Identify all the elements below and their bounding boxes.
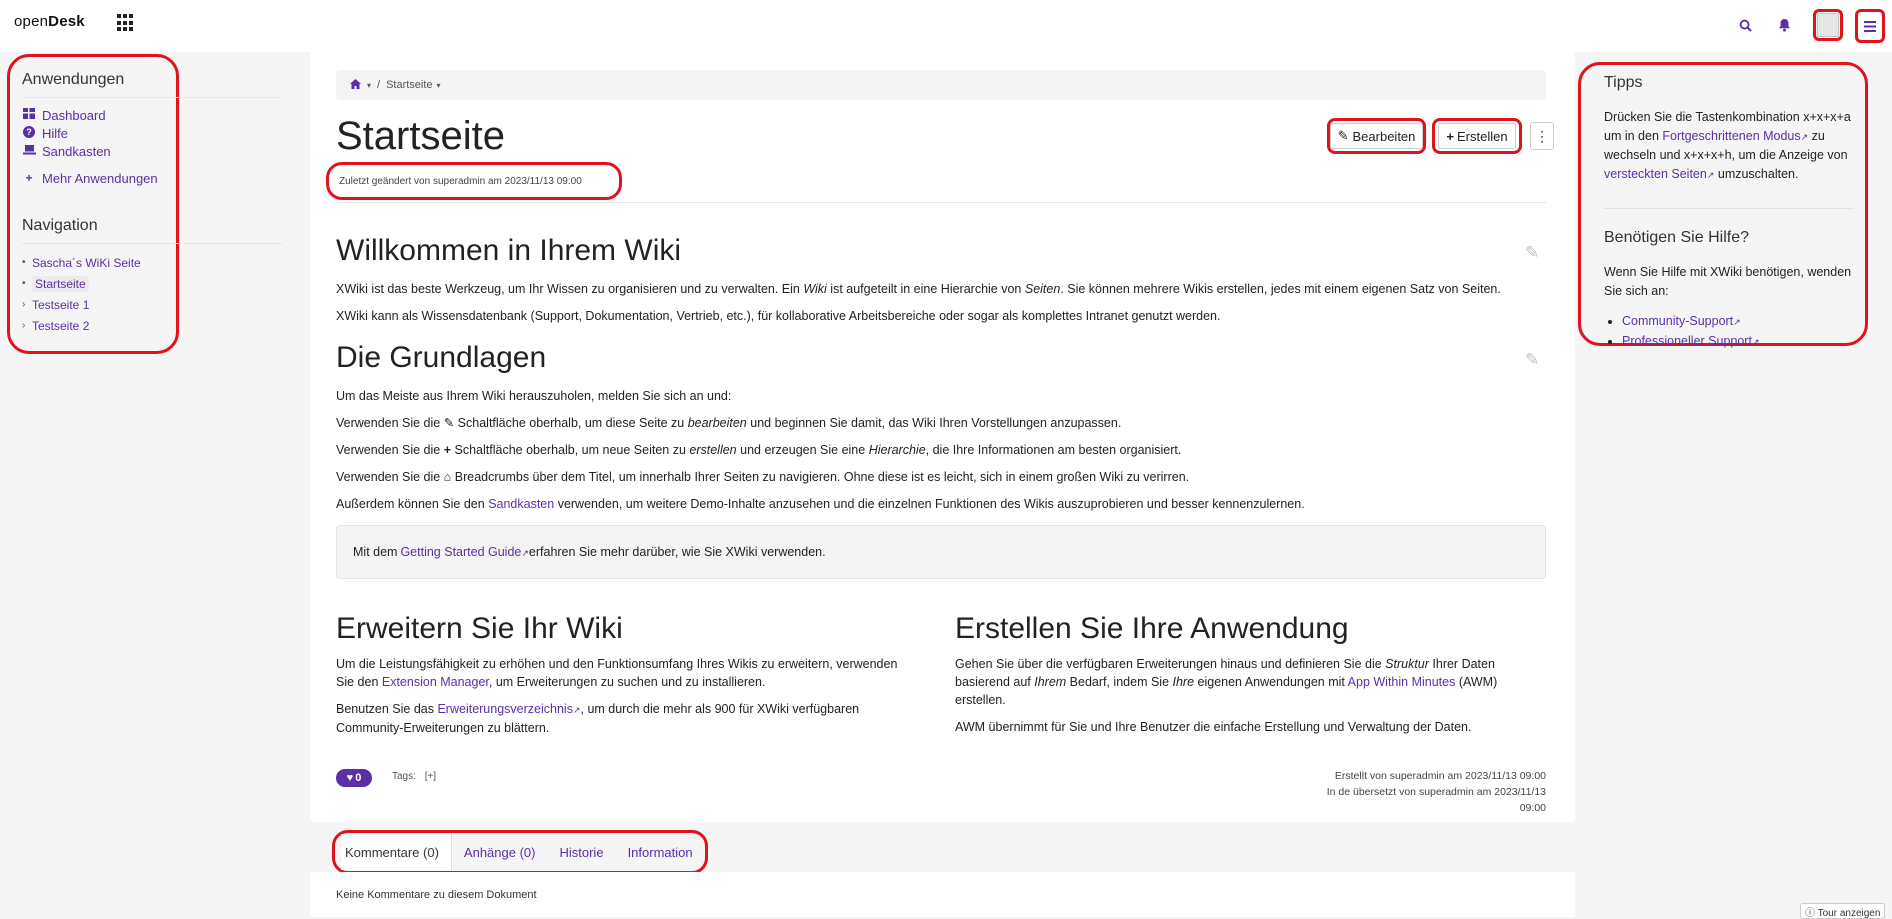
heart-icon: ♥ bbox=[346, 772, 354, 784]
search-icon[interactable] bbox=[1732, 12, 1758, 38]
more-apps-link[interactable]: + Mehr Anwendungen bbox=[22, 169, 176, 187]
breadcrumb-current[interactable]: Startseite bbox=[386, 79, 432, 91]
tab-historie[interactable]: Historie bbox=[547, 834, 615, 870]
question-circle-icon: ? bbox=[22, 125, 36, 141]
app-dashboard[interactable]: Dashboard bbox=[22, 106, 176, 124]
more-actions-button[interactable]: ⋮ bbox=[1530, 122, 1554, 150]
dashboard-icon bbox=[22, 108, 36, 122]
no-comments-text: Keine Kommentare zu diesem Dokument bbox=[336, 889, 537, 901]
extend-paragraph-1: Um die Leistungsfähigkeit zu erhöhen und… bbox=[336, 657, 898, 689]
opendesk-logo[interactable]: openDesk bbox=[14, 13, 85, 30]
home-icon[interactable] bbox=[350, 78, 361, 92]
app-hilfe[interactable]: ? Hilfe bbox=[22, 124, 176, 142]
app-paragraph-2: AWM übernimmt für Sie und Ihre Benutzer … bbox=[955, 720, 1472, 734]
info-icon: ⓘ bbox=[1805, 908, 1815, 919]
external-link-icon: ↗ bbox=[1751, 336, 1760, 347]
divider bbox=[336, 202, 1546, 203]
intro-paragraph: XWiki ist das beste Werkzeug, um Ihr Wis… bbox=[336, 282, 1501, 296]
plus-icon: + bbox=[25, 171, 33, 185]
main-content: ▾ / Startseite ▾ Startseite ✎ Bearbeiten… bbox=[310, 52, 1575, 822]
right-panel: Tipps Drücken Sie die Tastenkombination … bbox=[1578, 62, 1868, 348]
list-item: Community-Support↗ bbox=[1622, 312, 1855, 332]
navigation-panel-title: Navigation bbox=[22, 217, 282, 244]
tips-title: Tipps bbox=[1604, 74, 1643, 91]
edit-button[interactable]: ✎ Bearbeiten bbox=[1329, 123, 1424, 149]
basics-breadcrumb-paragraph: Verwenden Sie die ⌂ Breadcrumbs über dem… bbox=[336, 470, 1190, 484]
chevron-down-icon[interactable]: ▾ bbox=[437, 81, 441, 90]
left-panel: Anwendungen Dashboard ? Hilfe Sandkasten… bbox=[7, 54, 282, 354]
like-button[interactable]: ♥ 0 bbox=[336, 769, 372, 787]
getting-started-info-box: Mit dem Getting Started Guide↗ erfahren … bbox=[336, 525, 1546, 579]
breadcrumb: ▾ / Startseite ▾ bbox=[336, 70, 1546, 100]
hamburger-menu-icon[interactable] bbox=[1855, 9, 1885, 43]
comments-area: Keine Kommentare zu diesem Dokument bbox=[310, 872, 1575, 917]
plus-icon: + bbox=[443, 443, 452, 457]
tab-information[interactable]: Information bbox=[616, 834, 705, 870]
tab-anhaenge[interactable]: Anhänge (0) bbox=[452, 834, 548, 870]
getting-started-guide-link[interactable]: Getting Started Guide↗ bbox=[400, 545, 528, 559]
app-within-minutes-link[interactable]: App Within Minutes bbox=[1348, 675, 1456, 689]
svg-text:?: ? bbox=[26, 127, 32, 137]
document-creation-info: Erstellt von superadmin am 2023/11/13 09… bbox=[1326, 770, 1546, 814]
knowledge-base-paragraph: XWiki kann als Wissensdatenbank (Support… bbox=[336, 309, 1221, 323]
more-vertical-icon: ⋮ bbox=[1535, 127, 1549, 144]
help-links-list: Community-Support↗ Professioneller Suppo… bbox=[1604, 312, 1855, 351]
advanced-mode-link[interactable]: Fortgeschrittenen Modus↗ bbox=[1662, 129, 1808, 143]
tab-kommentare[interactable]: Kommentare (0) bbox=[341, 834, 452, 870]
nav-item-saschas-wiki[interactable]: • Sascha´s WiKi Seite bbox=[22, 252, 176, 273]
external-link-icon: ↗ bbox=[521, 548, 529, 558]
last-modified-info: Zuletzt geändert von superadmin am 2023/… bbox=[326, 162, 622, 200]
edit-button-wrapper: ✎ Bearbeiten bbox=[1327, 118, 1426, 154]
breadcrumb-dropdown-icon[interactable]: ▾ bbox=[367, 81, 371, 90]
external-link-icon: ↗ bbox=[572, 705, 581, 715]
section-edit-pencil-icon[interactable]: ✎ bbox=[1525, 350, 1539, 370]
create-button-wrapper: + Erstellen bbox=[1432, 118, 1522, 154]
professional-support-link[interactable]: Professioneller Support↗ bbox=[1622, 334, 1759, 348]
basics-edit-paragraph: Verwenden Sie die ✎ Schaltfläche oberhal… bbox=[336, 416, 1122, 430]
hidden-pages-link[interactable]: versteckten Seiten↗ bbox=[1604, 167, 1714, 181]
extension-repository-link[interactable]: Erweiterungsverzeichnis↗ bbox=[437, 702, 580, 716]
avatar bbox=[1817, 13, 1839, 37]
nav-item-startseite[interactable]: • Startseite bbox=[22, 273, 176, 294]
pencil-icon: ✎ bbox=[443, 416, 455, 430]
heading-willkommen: Willkommen in Ihrem Wiki bbox=[336, 234, 682, 267]
page-title: Startseite bbox=[336, 114, 505, 158]
tags: Tags: [+] bbox=[392, 771, 437, 782]
list-item: Professioneller Support↗ bbox=[1622, 332, 1855, 352]
section-edit-pencil-icon[interactable]: ✎ bbox=[1525, 243, 1539, 263]
app-paragraph-1: Gehen Sie über die verfügbaren Erweiteru… bbox=[955, 657, 1498, 707]
divider bbox=[1604, 208, 1854, 209]
basics-sandbox-paragraph: Außerdem können Sie den Sandkasten verwe… bbox=[336, 497, 1305, 511]
sandkasten-link[interactable]: Sandkasten bbox=[488, 497, 554, 511]
user-avatar-button[interactable] bbox=[1813, 9, 1843, 41]
app-sandkasten[interactable]: Sandkasten bbox=[22, 142, 176, 160]
laptop-icon bbox=[22, 144, 36, 158]
basics-create-paragraph: Verwenden Sie die + Schaltfläche oberhal… bbox=[336, 443, 1182, 457]
chevron-right-icon[interactable]: › bbox=[22, 299, 32, 310]
basics-intro: Um das Meiste aus Ihrem Wiki herauszuhol… bbox=[336, 389, 732, 403]
chevron-right-icon[interactable]: › bbox=[22, 320, 32, 331]
extend-paragraph-2: Benutzen Sie das Erweiterungsverzeichnis… bbox=[336, 702, 860, 735]
add-tag-button[interactable]: [+] bbox=[425, 771, 436, 782]
heading-grundlagen: Die Grundlagen bbox=[336, 341, 547, 374]
external-link-icon: ↗ bbox=[1733, 317, 1741, 327]
tips-text: Drücken Sie die Tastenkombination x+x+x+… bbox=[1604, 110, 1851, 181]
heading-erweitern: Erweitern Sie Ihr Wiki bbox=[336, 612, 623, 645]
community-support-link[interactable]: Community-Support↗ bbox=[1622, 314, 1741, 328]
pencil-icon: ✎ bbox=[1337, 128, 1349, 143]
top-bar: openDesk bbox=[0, 0, 1892, 52]
nav-item-testseite-1[interactable]: › Testseite 1 bbox=[22, 294, 176, 315]
help-title: Benötigen Sie Hilfe? bbox=[1604, 229, 1749, 246]
heading-anwendung: Erstellen Sie Ihre Anwendung bbox=[955, 612, 1349, 645]
document-tabs: Kommentare (0) Anhänge (0) Historie Info… bbox=[332, 830, 708, 874]
nav-item-testseite-2[interactable]: › Testseite 2 bbox=[22, 315, 176, 336]
bell-icon[interactable] bbox=[1771, 12, 1797, 38]
create-button[interactable]: + Erstellen bbox=[1438, 123, 1516, 149]
extension-manager-link[interactable]: Extension Manager bbox=[382, 675, 489, 689]
help-text: Wenn Sie Hilfe mit XWiki benötigen, wend… bbox=[1604, 265, 1852, 298]
plus-icon: + bbox=[1446, 128, 1454, 144]
apps-grid-icon[interactable] bbox=[117, 14, 135, 32]
apps-panel-title: Anwendungen bbox=[22, 71, 282, 98]
